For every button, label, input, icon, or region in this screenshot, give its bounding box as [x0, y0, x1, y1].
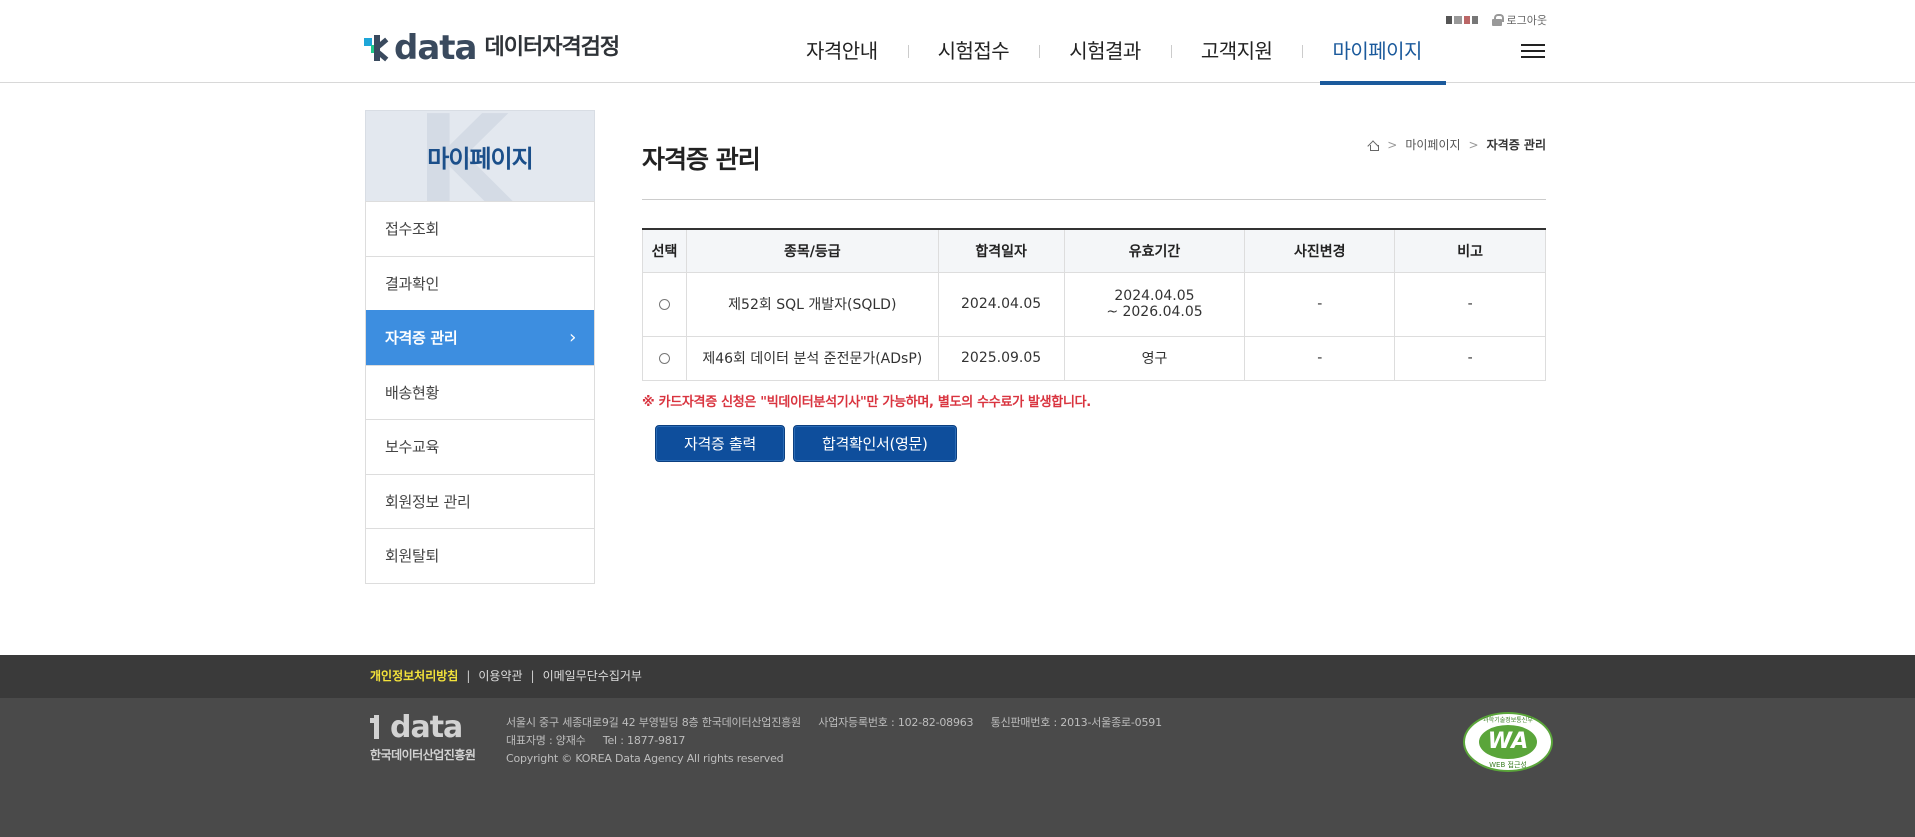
action-buttons: 자격증 출력 합격확인서(영문): [655, 425, 957, 462]
table-row: 제52회 SQL 개발자(SQLD) 2024.04.05 2024.04.05…: [642, 271, 1546, 337]
select-radio-button[interactable]: [658, 298, 670, 310]
nav-item-mypage[interactable]: 마이페이지: [1302, 36, 1452, 85]
home-icon[interactable]: [1368, 140, 1380, 151]
breadcrumb-separator-icon: >: [1468, 137, 1479, 152]
site-header: data 데이터자격검정 로그아웃 자격안내 시험접수 시험결과 고객지원 마이…: [0, 0, 1915, 85]
column-header: 비고: [1394, 228, 1546, 273]
badge-main-text: WA: [1479, 724, 1537, 759]
hamburger-menu-icon[interactable]: [1521, 44, 1545, 60]
footer-ceo: 대표자명 : 양재수: [506, 734, 586, 747]
valid-to: ~ 2026.04.05: [1106, 304, 1203, 320]
nav-item-customer-support[interactable]: 고객지원: [1170, 36, 1303, 66]
lock-icon: [1491, 14, 1504, 26]
site-logo[interactable]: data 데이터자격검정: [364, 28, 620, 68]
sidebar-title: 마이페이지: [427, 144, 533, 173]
utility-bar: 로그아웃: [1445, 12, 1547, 28]
title-divider: [642, 199, 1546, 200]
column-header: 사진변경: [1244, 228, 1396, 273]
kdata-logo-icon: [364, 34, 389, 62]
page-title: 자격증 관리: [642, 145, 761, 174]
validity-cell: 영구: [1063, 335, 1246, 381]
language-flags-icon[interactable]: [1445, 16, 1478, 24]
sidebar-item-certificate-management[interactable]: 자격증 관리 ›: [366, 310, 594, 365]
validity-cell: 2024.04.05 ~ 2026.04.05: [1063, 271, 1246, 337]
footer-link-divider: |: [466, 668, 471, 683]
sidebar-item-label: 자격증 관리: [385, 329, 458, 347]
photo-change-cell: -: [1244, 271, 1396, 337]
table-header-row: 선택 종목/등급 합격일자 유효기간 사진변경 비고: [642, 228, 1546, 273]
badge-top-text: 과학기술정보통신부: [1483, 716, 1533, 724]
footer-logo-word: data: [390, 710, 463, 745]
footer-link-email-refusal[interactable]: 이메일무단수집거부: [543, 667, 642, 684]
valid-from: 2024.04.05: [1114, 288, 1195, 304]
sidebar-item-withdrawal[interactable]: 회원탈퇴: [366, 528, 594, 583]
web-accessibility-badge-icon: 과학기술정보통신부 WA WEB 접근성: [1463, 712, 1553, 772]
pass-date-cell: 2024.04.05: [937, 271, 1065, 337]
footer-tel: Tel : 1877-9817: [602, 734, 686, 747]
footer-logo-subtitle: 한국데이터산업진흥원: [370, 748, 476, 762]
footer-link-terms[interactable]: 이용약관: [478, 667, 522, 684]
sidebar-title-box: K 마이페이지: [365, 110, 595, 201]
footer-links-bar: 개인정보처리방침 | 이용약관 | 이메일무단수집거부: [0, 655, 1915, 698]
footer-mail-order-no: 통신판매번호 : 2013-서울종로-0591: [990, 716, 1162, 729]
note-cell: -: [1394, 335, 1546, 381]
sidebar-item-member-info[interactable]: 회원정보 관리: [366, 473, 594, 529]
card-certificate-notice: ※ 카드자격증 신청은 "빅데이터분석기사"만 가능하며, 별도의 수수료가 발…: [642, 395, 1091, 410]
sidebar-item-refresher-education[interactable]: 보수교육: [366, 419, 594, 474]
sidebar: K 마이페이지 접수조회 결과확인 자격증 관리 › 배송현황 보수교육 회원정…: [365, 110, 595, 584]
sidebar-item-registration-inquiry[interactable]: 접수조회: [366, 201, 594, 256]
select-cell: [642, 271, 687, 337]
subject-cell: 제46회 데이터 분석 준전문가(ADsP): [685, 335, 939, 381]
note-cell: -: [1394, 271, 1546, 337]
sidebar-item-result-check[interactable]: 결과확인: [366, 255, 594, 311]
subject-cell: 제52회 SQL 개발자(SQLD): [685, 271, 939, 337]
select-radio-button[interactable]: [658, 352, 670, 364]
nav-item-exam-registration[interactable]: 시험접수: [907, 36, 1040, 66]
photo-change-cell: -: [1244, 335, 1396, 381]
select-cell: [642, 335, 687, 381]
footer-link-privacy[interactable]: 개인정보처리방침: [370, 667, 458, 684]
footer-logo: data 한국데이터산업진흥원: [370, 712, 495, 763]
footer: data 한국데이터산업진흥원 서울시 중구 세종대로9길 42 부영빌딩 8층…: [0, 698, 1915, 837]
pass-confirmation-english-button[interactable]: 합격확인서(영문): [792, 425, 957, 462]
sidebar-menu: 접수조회 결과확인 자격증 관리 › 배송현황 보수교육 회원정보 관리 회원탈…: [365, 201, 595, 584]
print-certificate-button[interactable]: 자격증 출력: [655, 425, 785, 462]
global-nav: 자격안내 시험접수 시험결과 고객지원 마이페이지: [776, 36, 1452, 85]
badge-sub-text: WEB 접근성: [1489, 760, 1527, 769]
footer-copyright: Copyright © KOREA Data Agency All rights…: [506, 752, 784, 765]
logout-link[interactable]: 로그아웃: [1507, 12, 1547, 28]
breadcrumb-item[interactable]: 마이페이지: [1405, 136, 1460, 153]
column-header: 종목/등급: [685, 228, 939, 273]
column-header: 합격일자: [937, 228, 1065, 273]
chevron-right-icon: ›: [569, 327, 576, 348]
breadcrumb-separator-icon: >: [1387, 137, 1398, 152]
breadcrumb: > 마이페이지 > 자격증 관리: [1368, 136, 1546, 153]
nav-item-qualification-info[interactable]: 자격안내: [776, 36, 908, 66]
footer-links: 개인정보처리방침 | 이용약관 | 이메일무단수집거부: [370, 667, 642, 684]
breadcrumb-current: 자격증 관리: [1486, 138, 1546, 152]
logo-subtitle: 데이터자격검정: [484, 35, 620, 60]
footer-biz-no: 사업자등록번호 : 102-82-08963: [818, 716, 974, 729]
sidebar-item-delivery-status[interactable]: 배송현황: [366, 364, 594, 420]
pass-date-cell: 2025.09.05: [937, 335, 1065, 381]
footer-address: 서울시 중구 세종대로9길 42 부영빌딩 8층 한국데이터산업진흥원: [506, 716, 801, 729]
footer-link-divider: |: [530, 668, 535, 683]
column-header: 유효기간: [1063, 228, 1246, 273]
certificate-table: 선택 종목/등급 합격일자 유효기간 사진변경 비고 제52회 SQL 개발자(…: [642, 228, 1546, 381]
logo-word: data: [394, 28, 477, 68]
nav-item-exam-results[interactable]: 시험결과: [1039, 36, 1171, 66]
column-header: 선택: [642, 228, 687, 273]
footer-info: 서울시 중구 세종대로9길 42 부영빌딩 8층 한국데이터산업진흥원 사업자등…: [506, 714, 1162, 768]
table-row: 제46회 데이터 분석 준전문가(ADsP) 2025.09.05 영구 - -: [642, 335, 1546, 381]
kdata-logo-icon: [370, 715, 386, 741]
